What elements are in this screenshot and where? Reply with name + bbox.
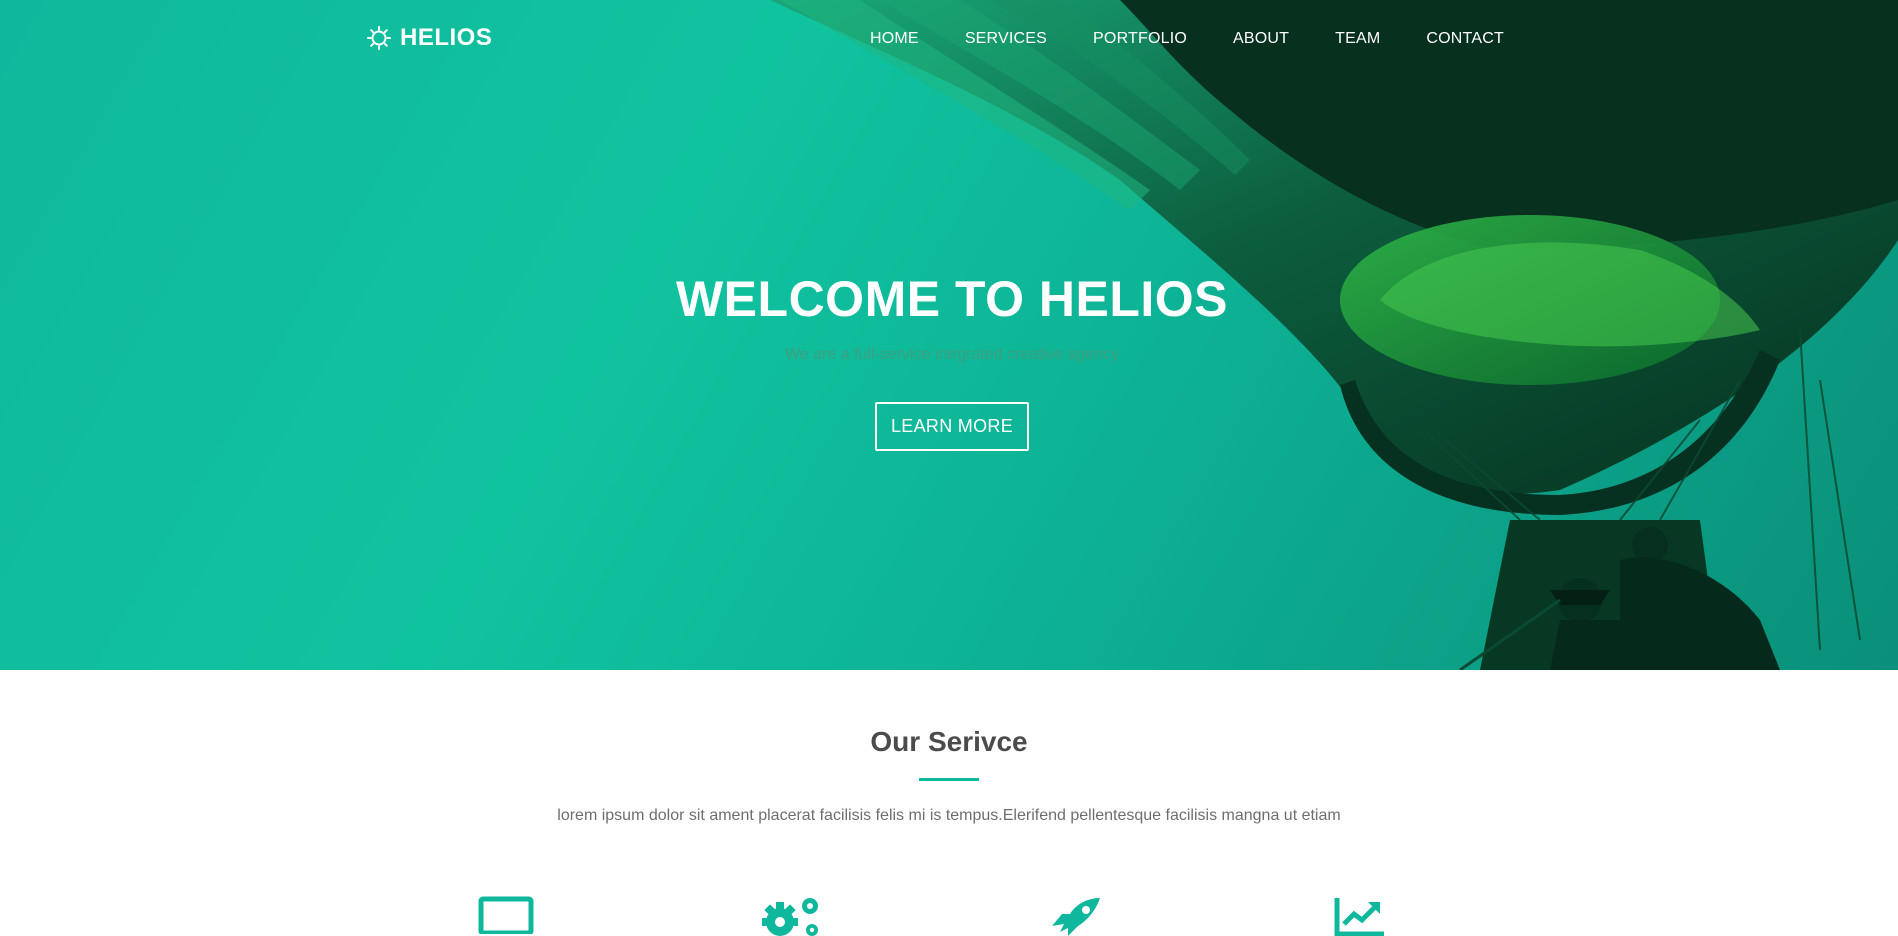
services-description: lorem ipsum dolor sit ament placerat fac… bbox=[557, 807, 1341, 824]
sun-icon bbox=[367, 26, 391, 50]
chart-icon bbox=[1334, 898, 1384, 936]
main-nav: HOME SERVICES PORTFOLIO ABOUT TEAM CONTA… bbox=[870, 30, 1550, 48]
services-title: Our Serivce bbox=[870, 726, 1028, 757]
navbar: HELIOS HOME SERVICES PORTFOLIO ABOUT TEA… bbox=[0, 0, 1898, 80]
hero-subtitle: We are a full-service intrgrated creativ… bbox=[784, 346, 1120, 363]
hero-content: WELCOME TO HELIOS We are a full-service … bbox=[0, 270, 1898, 451]
learn-more-button[interactable]: LEARN MORE bbox=[874, 402, 1030, 451]
gears-icon bbox=[762, 898, 818, 936]
nav-about[interactable]: ABOUT bbox=[1233, 30, 1289, 48]
rocket-icon bbox=[1052, 898, 1100, 936]
services-section: Our Serivce lorem ipsum dolor sit ament … bbox=[0, 670, 1898, 936]
hero-section: HELIOS HOME SERVICES PORTFOLIO ABOUT TEA… bbox=[0, 0, 1898, 670]
nav-team[interactable]: TEAM bbox=[1335, 30, 1380, 48]
brand-name: HELIOS bbox=[400, 24, 493, 51]
nav-portfolio[interactable]: PORTFOLIO bbox=[1093, 30, 1187, 48]
nav-services[interactable]: SERVICES bbox=[965, 30, 1047, 48]
service-icons-row bbox=[0, 896, 1898, 936]
brand-logo[interactable]: HELIOS bbox=[366, 24, 492, 52]
services-divider bbox=[919, 778, 979, 781]
nav-contact[interactable]: CONTACT bbox=[1426, 30, 1504, 48]
laptop-icon bbox=[478, 896, 534, 934]
hero-title: WELCOME TO HELIOS bbox=[675, 271, 1229, 327]
nav-home[interactable]: HOME bbox=[870, 30, 919, 48]
